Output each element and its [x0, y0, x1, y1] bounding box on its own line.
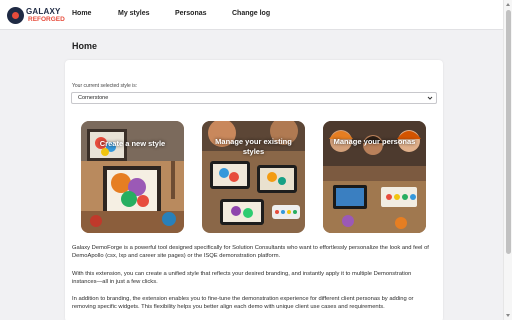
logo-text-sub: REFORGED — [28, 16, 65, 23]
tile-label-create-new-style: Create a new style — [99, 139, 166, 148]
tile-manage-personas[interactable]: Manage your personas — [323, 121, 426, 233]
logo-mark-icon — [7, 7, 24, 24]
galaxy-reforged-logo[interactable]: GALAXY REFORGED — [7, 5, 65, 27]
style-select[interactable]: Cornerstone — [71, 92, 437, 104]
logo-text-main: GALAXY — [26, 7, 61, 16]
vertical-scrollbar[interactable] — [503, 0, 512, 320]
chevron-down-icon — [427, 96, 433, 100]
description-paragraph-3: In addition to branding, the extension e… — [72, 296, 414, 311]
description-paragraph-1: Galaxy DemoForge is a powerful tool desi… — [72, 245, 429, 260]
nav-home[interactable]: Home — [72, 10, 91, 17]
scrollbar-thumb[interactable] — [505, 10, 511, 254]
top-nav-bar: GALAXY REFORGED Home My styles Personas … — [0, 0, 503, 30]
style-select-value: Cornerstone — [78, 95, 109, 101]
tile-label-manage-personas: Manage your personas — [333, 137, 416, 146]
painting-easel-illustration — [81, 121, 184, 233]
scroll-up-arrow-icon[interactable] — [506, 3, 510, 6]
description-paragraph-2: With this extension, you can create a un… — [72, 271, 412, 286]
tile-manage-styles[interactable]: Manage your existing styles — [202, 121, 305, 233]
nav-personas[interactable]: Personas — [175, 10, 207, 17]
style-select-label: Your current selected style is: — [72, 83, 138, 89]
nav-change-log[interactable]: Change log — [232, 10, 270, 17]
nav-my-styles[interactable]: My styles — [118, 10, 150, 17]
scroll-down-arrow-icon[interactable] — [506, 314, 510, 317]
tile-create-new-style[interactable]: Create a new style — [81, 121, 184, 233]
page-title: Home — [72, 41, 98, 51]
tile-label-manage-styles: Manage your existing styles — [215, 137, 292, 156]
page-header: Home — [0, 30, 503, 59]
